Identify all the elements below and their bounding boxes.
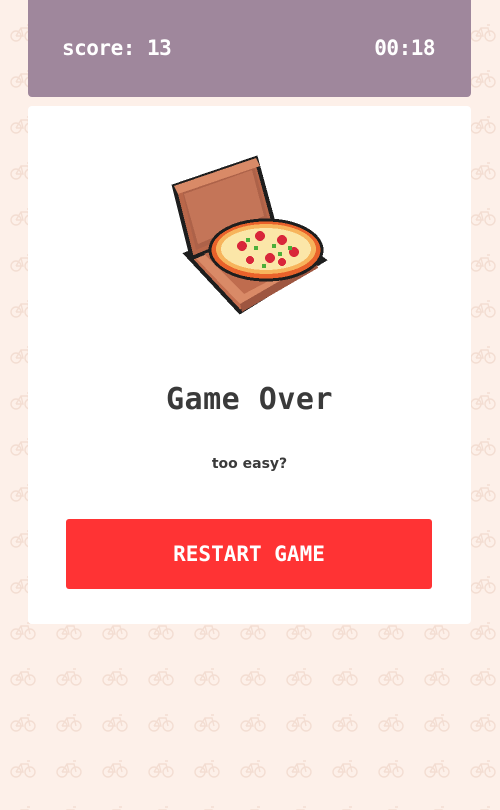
game-over-subtitle: too easy? [211,456,288,472]
game-over-title: Game Over [165,382,334,417]
pizza-box-icon [171,155,328,315]
game-over-panel: Game Over too easy? RESTART GAME [28,106,471,624]
score-bar: score: 13 00:18 [28,0,471,97]
restart-game-button[interactable]: RESTART GAME [66,519,432,589]
timer-label: 00:18 [374,36,435,60]
score-label: score: 13 [62,36,172,60]
